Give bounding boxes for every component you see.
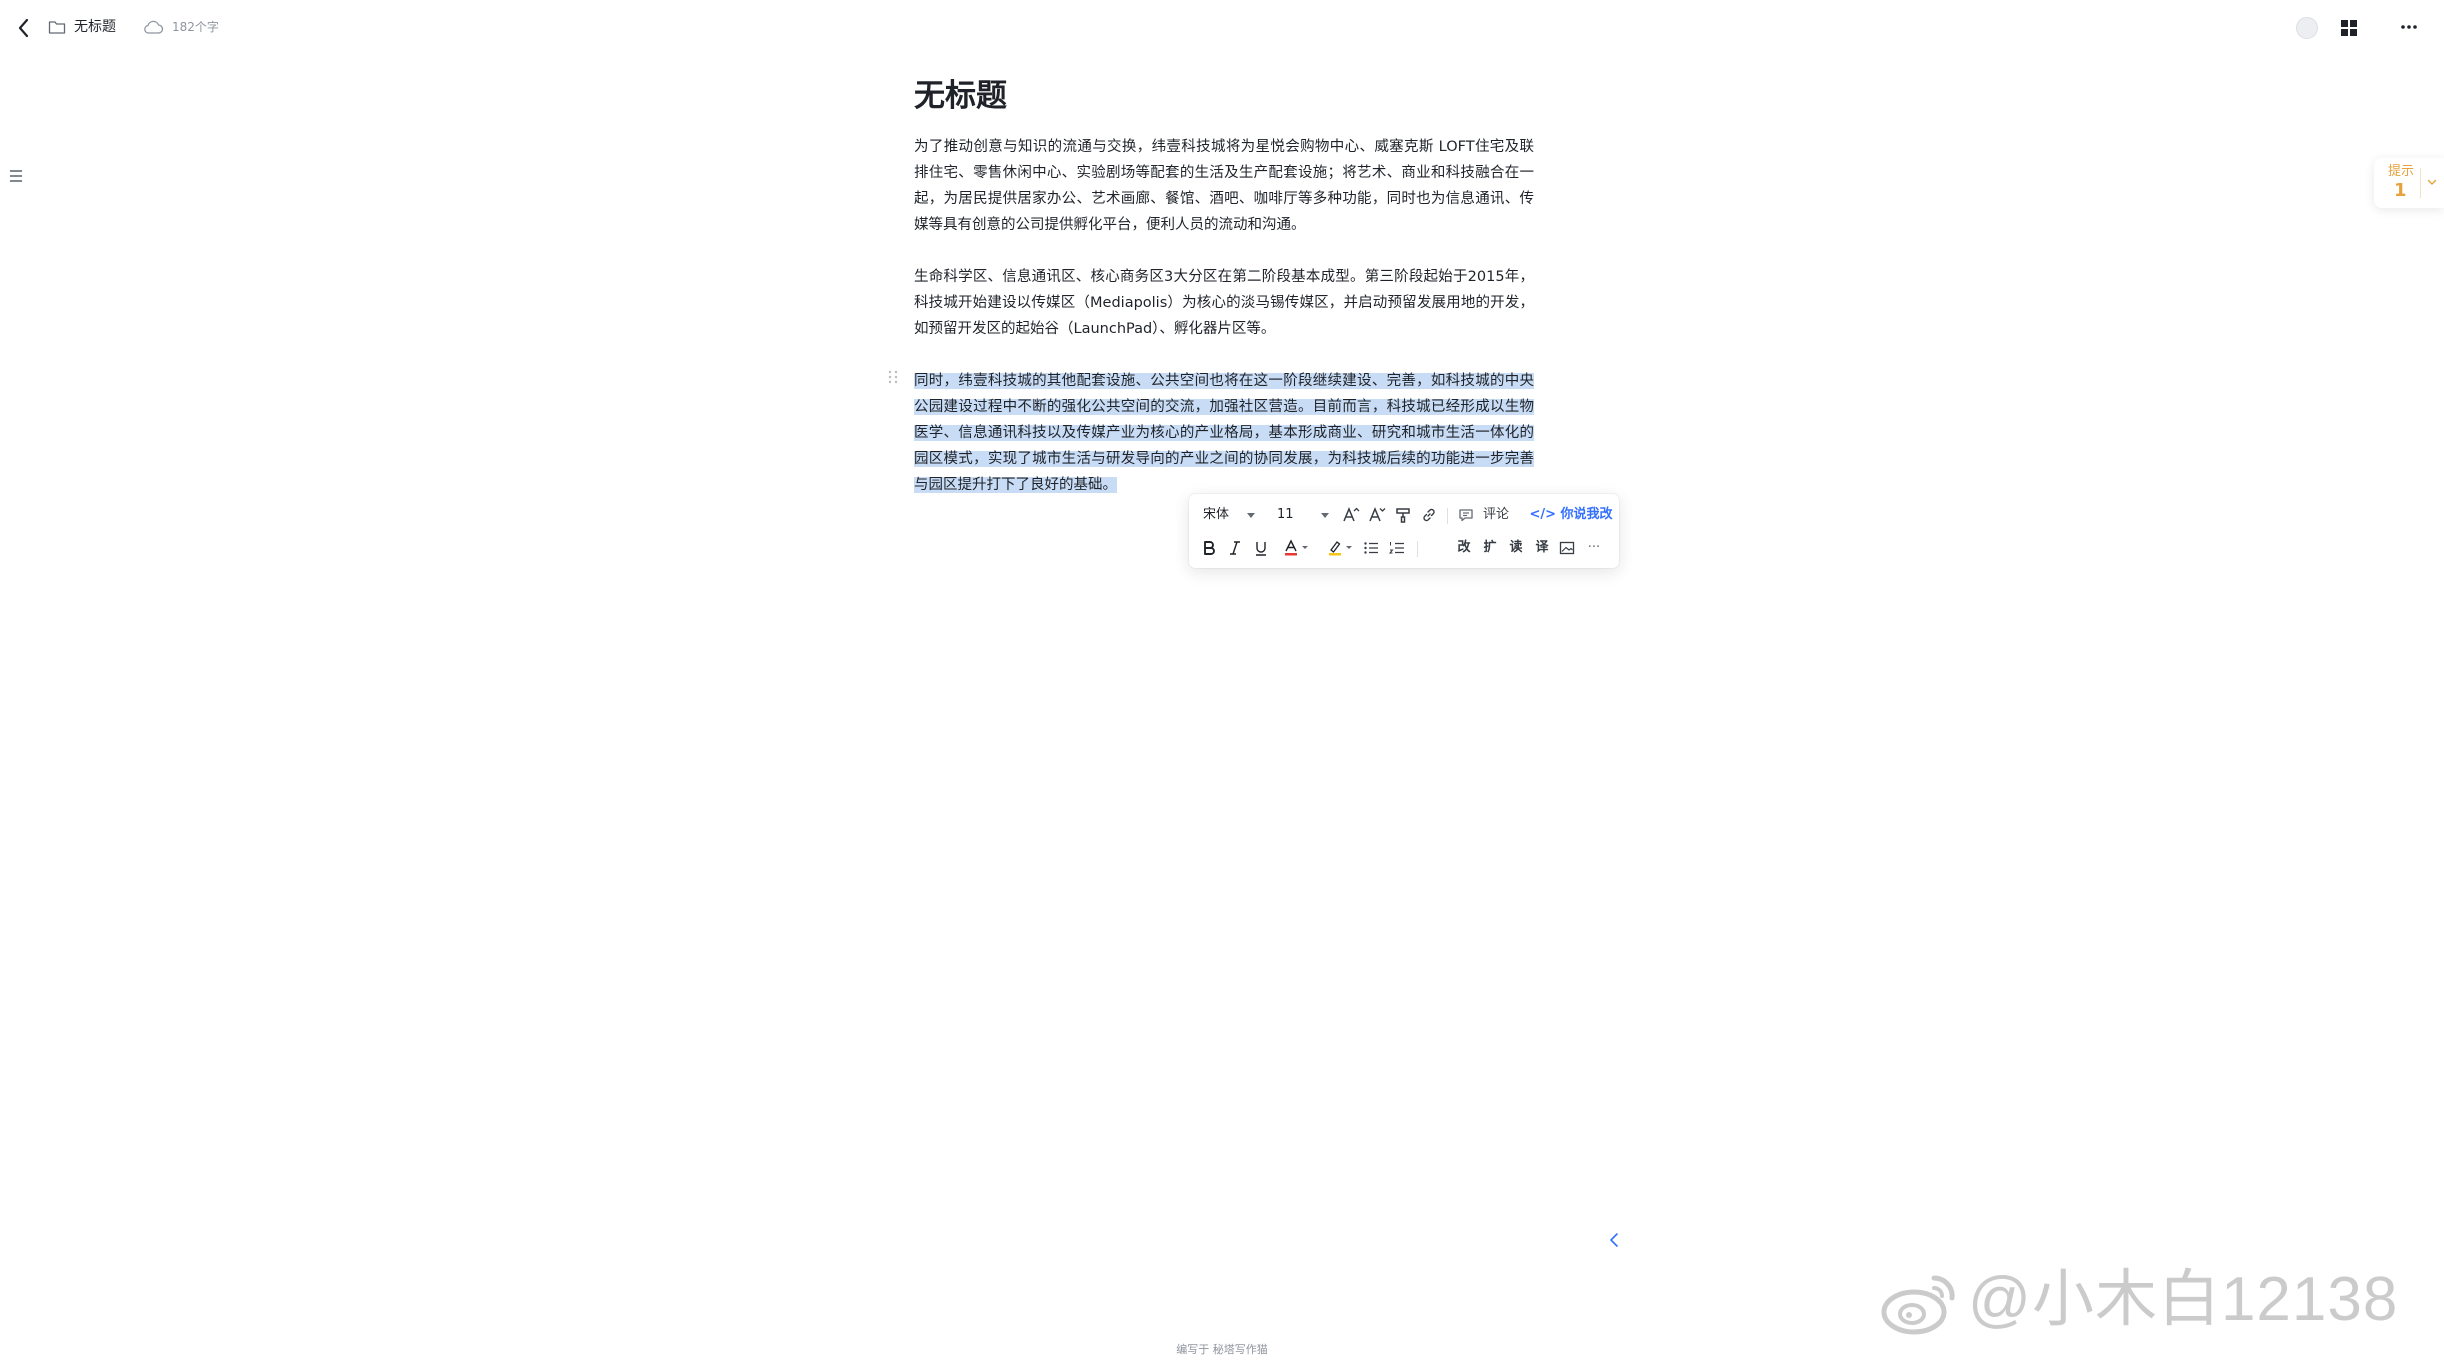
comment-icon bbox=[1459, 509, 1473, 522]
weibo-logo-icon bbox=[1881, 1275, 1955, 1335]
highlighter-icon bbox=[1329, 541, 1352, 556]
italic-icon bbox=[1230, 541, 1240, 555]
decrease-font-button[interactable] bbox=[1365, 503, 1389, 527]
font-decrease-icon bbox=[1369, 507, 1386, 522]
ai-rewrite-button[interactable]: </> 你说我改 bbox=[1529, 503, 1613, 527]
ai-read-button[interactable]: 读 bbox=[1505, 536, 1527, 560]
avatar[interactable] bbox=[2296, 17, 2318, 39]
underline-button[interactable] bbox=[1249, 536, 1273, 560]
font-family-select[interactable]: 宋体 bbox=[1203, 503, 1257, 527]
block-drag-handle[interactable] bbox=[886, 368, 900, 386]
bullet-list-icon bbox=[1364, 542, 1378, 554]
drag-dots-icon bbox=[888, 370, 898, 384]
format-painter-icon bbox=[1396, 508, 1410, 523]
ai-rewrite-label: 你说我改 bbox=[1560, 507, 1613, 522]
hint-divider bbox=[2420, 168, 2421, 198]
toolbar-row-1: 宋体 11 评论 </> 你说我改 bbox=[1189, 500, 1619, 530]
menu-lines-icon bbox=[10, 170, 22, 182]
paragraph-2[interactable]: 生命科学区、信息通讯区、核心商务区3大分区在第二阶段基本成型。第三阶段起始于20… bbox=[914, 264, 1534, 342]
layout-grid-button[interactable] bbox=[2338, 17, 2360, 39]
grid-icon bbox=[2341, 20, 2357, 36]
chevron-down-icon[interactable] bbox=[2426, 176, 2438, 188]
ai-expand-button[interactable]: 扩 bbox=[1479, 536, 1501, 560]
numbered-list-button[interactable] bbox=[1385, 536, 1409, 560]
link-icon bbox=[1423, 508, 1435, 522]
ai-translate-button[interactable]: 译 bbox=[1531, 536, 1553, 560]
toolbar-separator bbox=[1447, 508, 1448, 524]
highlight-color-button[interactable] bbox=[1325, 536, 1357, 560]
footer-note: 编写于 秘塔写作猫 bbox=[1176, 1343, 1268, 1356]
underline-icon bbox=[1256, 542, 1266, 556]
hint-count: 1 bbox=[2394, 180, 2407, 201]
word-count: 182个字 bbox=[172, 20, 219, 34]
paragraph-3-selected[interactable]: 同时，纬壹科技城的其他配套设施、公共空间也将在这一阶段继续建设、完善，如科技城的… bbox=[914, 368, 1534, 498]
font-size-select[interactable]: 11 bbox=[1277, 503, 1331, 527]
editor-page: 无标题 182个字 无标题 为了推动创意与知识的流通与交换，纬壹科技城将为星悦会… bbox=[0, 0, 2444, 1366]
toolbar-separator bbox=[1417, 541, 1418, 557]
link-button[interactable] bbox=[1417, 503, 1441, 527]
paragraph-1[interactable]: 为了推动创意与知识的流通与交换，纬壹科技城将为星悦会购物中心、威塞克斯 LOFT… bbox=[914, 134, 1534, 238]
document-title[interactable]: 无标题 bbox=[914, 70, 1534, 122]
chevron-left-icon bbox=[18, 18, 29, 38]
caret-down-icon bbox=[1321, 513, 1329, 518]
toolbar-more-button[interactable]: ··· bbox=[1581, 536, 1607, 560]
comment-label[interactable]: 评论 bbox=[1479, 503, 1513, 527]
hint-label: 提示 bbox=[2388, 164, 2415, 179]
bullet-list-button[interactable] bbox=[1359, 536, 1383, 560]
hint-widget[interactable]: 提示 1 bbox=[2374, 158, 2444, 208]
back-button[interactable] bbox=[10, 14, 38, 42]
text-color-icon bbox=[1285, 539, 1308, 556]
floating-format-toolbar: 宋体 11 评论 </> 你说我改 改 扩 读 译 ··· bbox=[1189, 494, 1619, 568]
selected-text[interactable]: 同时，纬壹科技城的其他配套设施、公共空间也将在这一阶段继续建设、完善，如科技城的… bbox=[914, 373, 1534, 493]
outline-toggle-button[interactable] bbox=[0, 160, 32, 192]
font-size-value: 11 bbox=[1277, 507, 1294, 522]
font-increase-icon bbox=[1343, 507, 1360, 522]
watermark-text: @小木白12138 bbox=[1968, 1265, 2399, 1334]
top-bar: 无标题 182个字 bbox=[0, 0, 2444, 56]
toolbar-row-2: 改 扩 读 译 ··· bbox=[1189, 533, 1619, 563]
ai-polish-button[interactable]: 改 bbox=[1453, 536, 1475, 560]
chevron-left-icon bbox=[1610, 1233, 1618, 1247]
more-dots-icon bbox=[2401, 25, 2417, 29]
format-painter-button[interactable] bbox=[1391, 503, 1415, 527]
bold-icon bbox=[1204, 541, 1215, 555]
comment-button[interactable] bbox=[1455, 503, 1477, 527]
numbered-list-icon bbox=[1388, 542, 1404, 554]
side-panel-toggle-button[interactable] bbox=[1604, 1230, 1624, 1250]
increase-font-button[interactable] bbox=[1339, 503, 1363, 527]
watermark: @小木白12138 bbox=[1876, 1262, 2398, 1338]
more-menu-button[interactable] bbox=[2394, 13, 2424, 41]
cloud-sync-icon bbox=[144, 20, 164, 34]
caret-down-icon bbox=[1247, 513, 1255, 518]
document-body[interactable]: 无标题 为了推动创意与知识的流通与交换，纬壹科技城将为星悦会购物中心、威塞克斯 … bbox=[914, 70, 1534, 524]
doc-name[interactable]: 无标题 bbox=[74, 17, 116, 37]
code-icon: </> bbox=[1529, 507, 1556, 522]
text-color-button[interactable] bbox=[1281, 536, 1313, 560]
insert-image-button[interactable] bbox=[1555, 536, 1579, 560]
image-icon bbox=[1559, 541, 1575, 555]
bold-button[interactable] bbox=[1197, 536, 1221, 560]
folder-icon[interactable] bbox=[48, 19, 66, 35]
font-family-value: 宋体 bbox=[1203, 507, 1230, 522]
italic-button[interactable] bbox=[1223, 536, 1247, 560]
